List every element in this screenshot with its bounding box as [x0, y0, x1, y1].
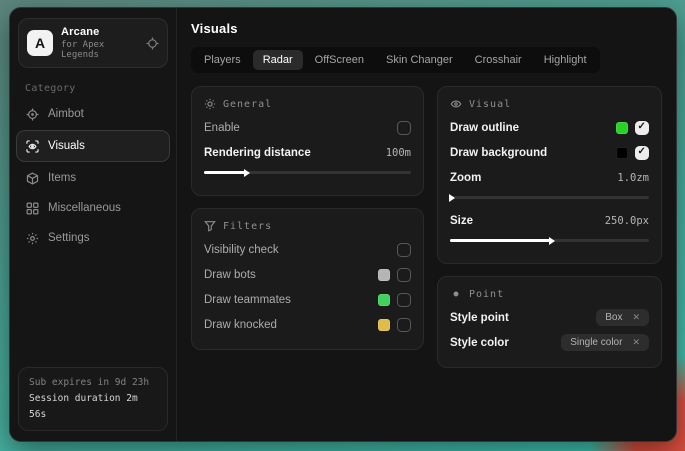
draw-bots-checkbox[interactable] — [397, 268, 411, 282]
style-color-chip-value: Single color — [570, 337, 622, 348]
draw-teammates-label: Draw teammates — [204, 294, 291, 306]
style-point-row: Style point Box ✕ — [450, 305, 649, 330]
size-row: Size 250.0px — [450, 208, 649, 233]
sidebar: A Arcane for Apex Legends Category — [10, 8, 177, 441]
visual-card: Visual Draw outline Draw background — [437, 86, 662, 264]
sidebar-item-label: Visuals — [48, 140, 85, 152]
sidebar-item-items[interactable]: Items — [16, 164, 170, 192]
slider-fill — [450, 239, 550, 242]
style-color-label: Style color — [450, 337, 509, 349]
layout-grid-icon — [26, 202, 39, 215]
rendering-distance-label: Rendering distance — [204, 147, 311, 159]
draw-outline-color-swatch[interactable] — [616, 122, 628, 134]
sidebar-item-label: Settings — [48, 232, 90, 244]
sidebar-nav: Aimbot Visuals Items — [10, 99, 176, 253]
draw-background-checkbox[interactable] — [635, 146, 649, 160]
rendering-distance-slider[interactable] — [204, 168, 411, 177]
tab-offscreen[interactable]: OffScreen — [305, 50, 374, 70]
style-point-label: Style point — [450, 312, 509, 324]
sidebar-item-label: Aimbot — [48, 108, 84, 120]
visuals-tabbar: Players Radar OffScreen Skin Changer Cro… — [191, 47, 600, 73]
sidebar-item-aimbot[interactable]: Aimbot — [16, 100, 170, 128]
draw-knocked-color-swatch[interactable] — [378, 319, 390, 331]
draw-knocked-row: Draw knocked — [204, 312, 411, 337]
enable-label: Enable — [204, 122, 240, 134]
draw-teammates-checkbox[interactable] — [397, 293, 411, 307]
size-value: 250.0px — [605, 215, 649, 227]
gear-icon — [26, 232, 39, 245]
draw-teammates-row: Draw teammates — [204, 287, 411, 312]
draw-outline-row: Draw outline — [450, 115, 649, 140]
tab-crosshair[interactable]: Crosshair — [465, 50, 532, 70]
sidebar-item-label: Miscellaneous — [48, 202, 121, 214]
zoom-slider[interactable] — [450, 193, 649, 202]
draw-bots-label: Draw bots — [204, 269, 256, 281]
point-card: Point Style point Box ✕ Style color Sing… — [437, 276, 662, 368]
general-card: General Enable Rendering distance 100m — [191, 86, 424, 196]
style-color-row: Style color Single color ✕ — [450, 330, 649, 355]
group-title: General — [223, 99, 272, 110]
crosshair-icon — [26, 108, 39, 121]
style-point-chip[interactable]: Box ✕ — [596, 309, 649, 326]
filters-card: Filters Visibility check Draw bots — [191, 208, 424, 350]
size-slider[interactable] — [450, 236, 649, 245]
sidebar-item-label: Items — [48, 172, 76, 184]
rendering-distance-value: 100m — [386, 147, 411, 159]
group-title: Point — [469, 289, 504, 300]
tab-skin-changer[interactable]: Skin Changer — [376, 50, 463, 70]
sidebar-item-visuals[interactable]: Visuals — [16, 130, 170, 162]
style-point-chip-value: Box — [605, 312, 622, 323]
draw-teammates-color-swatch[interactable] — [378, 294, 390, 306]
rendering-distance-row: Rendering distance 100m — [204, 140, 411, 165]
tab-radar[interactable]: Radar — [253, 50, 303, 70]
sidebar-item-miscellaneous[interactable]: Miscellaneous — [16, 194, 170, 222]
zoom-row: Zoom 1.0zm — [450, 165, 649, 190]
draw-outline-checkbox[interactable] — [635, 121, 649, 135]
enable-row: Enable — [204, 115, 411, 140]
draw-background-row: Draw background — [450, 140, 649, 165]
visibility-check-row: Visibility check — [204, 237, 411, 262]
draw-background-label: Draw background — [450, 147, 547, 159]
tab-players[interactable]: Players — [194, 50, 251, 70]
close-icon[interactable]: ✕ — [632, 338, 640, 347]
category-label: Category — [25, 83, 176, 94]
sub-expires-text: Sub expires in 9d 23h — [29, 375, 157, 391]
app-header-card: A Arcane for Apex Legends — [18, 18, 168, 68]
app-subtitle: for Apex Legends — [61, 40, 138, 60]
sun-gear-icon — [204, 98, 216, 110]
draw-knocked-checkbox[interactable] — [397, 318, 411, 332]
page-title: Visuals — [191, 21, 662, 36]
slider-fill — [204, 171, 245, 174]
zoom-value: 1.0zm — [617, 172, 649, 184]
group-title: Filters — [223, 221, 272, 232]
point-dot-icon — [450, 288, 462, 300]
tab-highlight[interactable]: Highlight — [534, 50, 597, 70]
session-duration-text: Session duration 2m 56s — [29, 391, 157, 423]
main-panel: Visuals Players Radar OffScreen Skin Cha… — [177, 8, 676, 441]
draw-knocked-label: Draw knocked — [204, 319, 277, 331]
sidebar-item-settings[interactable]: Settings — [16, 224, 170, 252]
size-label: Size — [450, 215, 473, 227]
app-name: Arcane — [61, 26, 138, 38]
visibility-check-checkbox[interactable] — [397, 243, 411, 257]
session-info-card: Sub expires in 9d 23h Session duration 2… — [18, 367, 168, 431]
app-logo: A — [27, 30, 53, 56]
funnel-icon — [204, 220, 216, 232]
app-window: A Arcane for Apex Legends Category — [9, 7, 677, 442]
eye-icon — [450, 98, 462, 110]
close-icon[interactable]: ✕ — [632, 313, 640, 322]
draw-background-color-swatch[interactable] — [616, 147, 628, 159]
draw-bots-row: Draw bots — [204, 262, 411, 287]
target-icon[interactable] — [146, 37, 159, 50]
enable-checkbox[interactable] — [397, 121, 411, 135]
style-color-chip[interactable]: Single color ✕ — [561, 334, 649, 351]
group-title: Visual — [469, 99, 511, 110]
package-icon — [26, 172, 39, 185]
zoom-label: Zoom — [450, 172, 481, 184]
draw-bots-color-swatch[interactable] — [378, 269, 390, 281]
visibility-check-label: Visibility check — [204, 244, 279, 256]
scan-eye-icon — [26, 140, 39, 153]
draw-outline-label: Draw outline — [450, 122, 519, 134]
